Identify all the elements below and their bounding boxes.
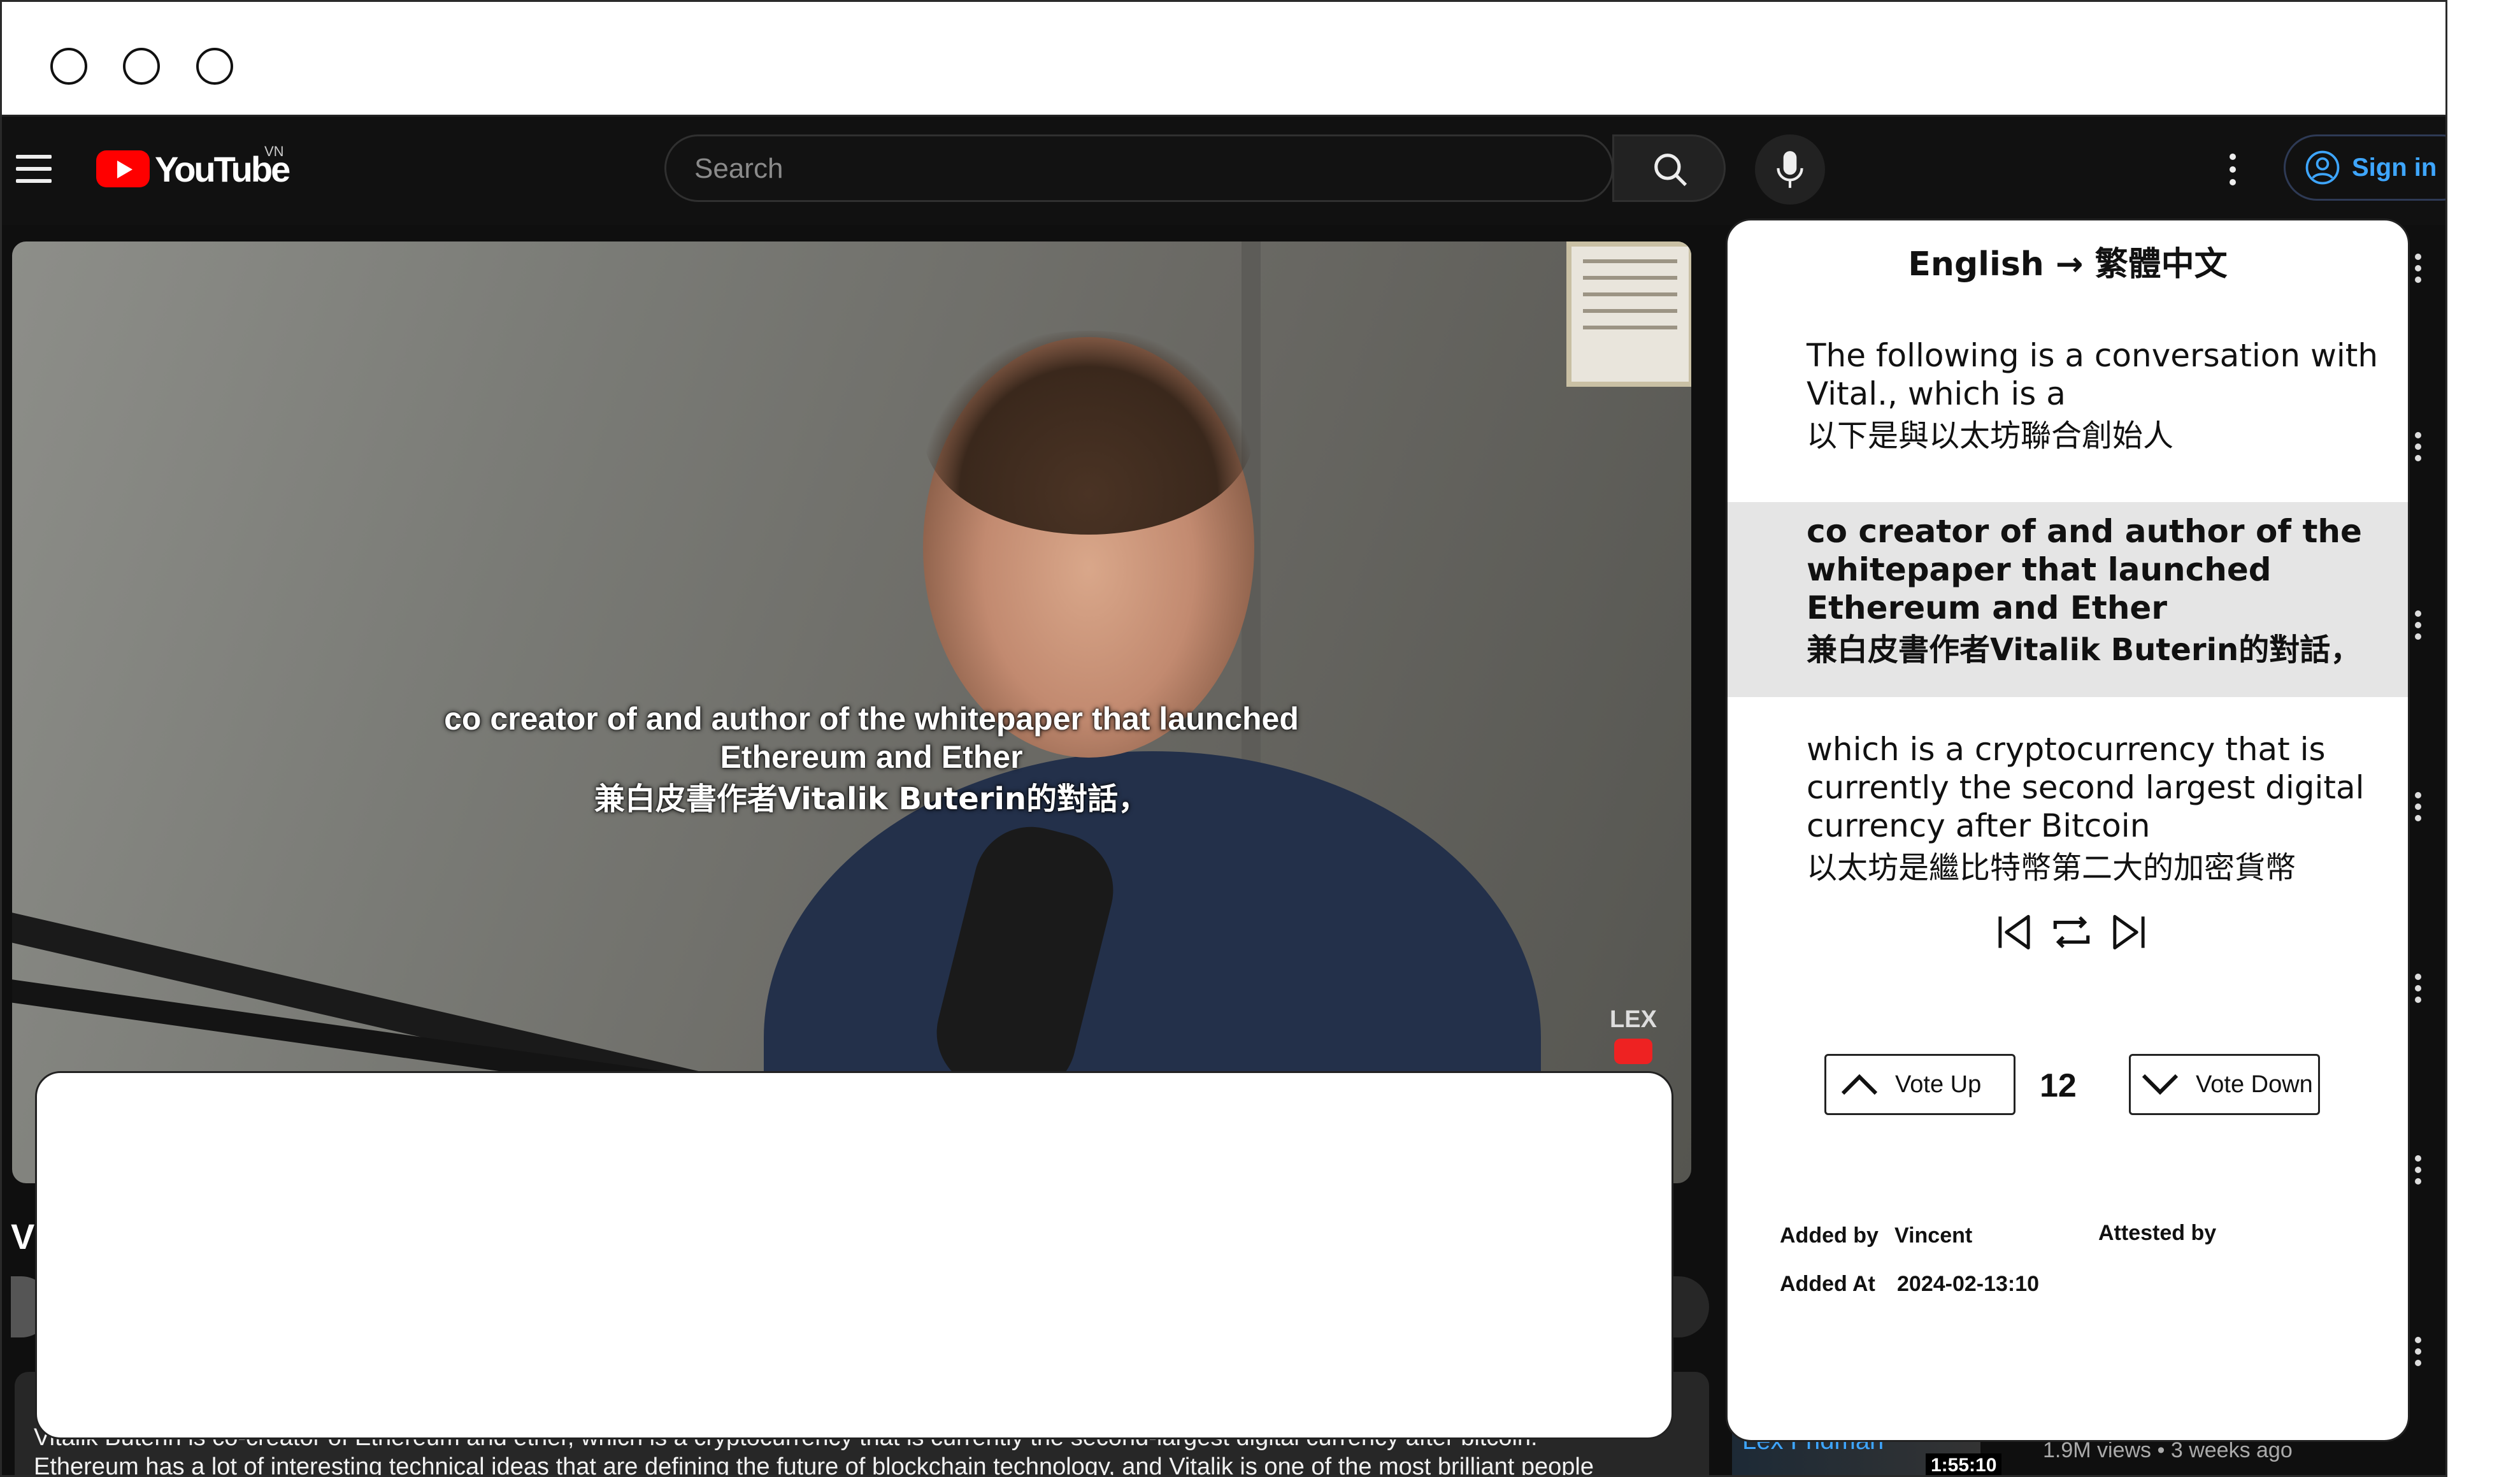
settings-menu-icon[interactable] [2226,154,2239,187]
search-input[interactable] [694,148,1586,190]
more-options-icon[interactable] [2415,254,2424,285]
caption-chinese: 兼白皮書作者Vitalik Buterin的對話， [594,781,1149,817]
video-caption: co creator of and author of the whitepap… [2,700,1741,822]
chevron-up-icon [1841,1074,1878,1095]
previous-segment-icon[interactable] [1995,912,2033,953]
vote-up-button[interactable]: Vote Up [1824,1054,2015,1115]
more-options-icon[interactable] [2415,1337,2424,1369]
more-options-icon[interactable] [2415,792,2424,824]
subtitle-segment[interactable]: The following is a conversation with Vit… [1728,336,2408,459]
app-window: YouTube VN Sign in [0,0,2447,1477]
account-icon [2305,150,2340,185]
subscribe-icon [1614,1039,1652,1064]
caption-english: co creator of and author of the whitepap… [444,701,1299,775]
added-at-value: 2024-02-13:10 [1897,1272,2040,1296]
chevron-down-icon [2142,1074,2179,1095]
overlay-box [35,1071,1673,1439]
voice-search-button[interactable] [1755,134,1825,205]
added-by-label: Added by [1780,1223,1879,1248]
repeat-icon[interactable] [2049,912,2094,953]
window-maximize-button[interactable] [196,48,233,85]
window-chrome [2,2,2445,117]
next-segment-icon[interactable] [2110,912,2148,953]
video-title: V [11,1216,35,1257]
more-options-icon[interactable] [2415,610,2424,642]
youtube-logo[interactable]: YouTube [96,148,290,189]
sign-in-button[interactable]: Sign in [2284,134,2445,201]
subtitle-segment-active[interactable]: co creator of and author of the whitepap… [1728,502,2408,697]
added-by-value: Vincent [1894,1223,1973,1248]
window-close-button[interactable] [50,48,87,85]
translation-panel: English → 繁體中文 The following is a conver… [1726,219,2410,1442]
more-options-icon[interactable] [2415,432,2424,464]
search-button[interactable] [1612,134,1726,202]
channel-watermark[interactable]: LEX [1605,1006,1662,1064]
more-options-icon[interactable] [2415,974,2424,1005]
added-at-label: Added At [1780,1272,1875,1296]
search-box [664,134,1614,202]
microphone-icon [1777,151,1803,188]
vote-down-button[interactable]: Vote Down [2129,1054,2320,1115]
language-pair: English → 繁體中文 [1908,245,2228,284]
more-options-icon[interactable] [2415,1155,2424,1187]
youtube-header: YouTube VN Sign in [2,117,2445,225]
segment-controls [1995,910,2148,955]
duration-badge: 1:55:10 [1926,1453,2002,1475]
window-minimize-button[interactable] [123,48,160,85]
region-code: VN [264,143,284,159]
subtitle-segment[interactable]: which is a cryptocurrency that is curren… [1728,730,2408,891]
menu-icon[interactable] [16,155,52,183]
search-icon [1654,154,1687,187]
vote-count: 12 [2040,1067,2077,1104]
youtube-play-icon [96,150,150,187]
attested-by-label: Attested by [2098,1221,2217,1245]
